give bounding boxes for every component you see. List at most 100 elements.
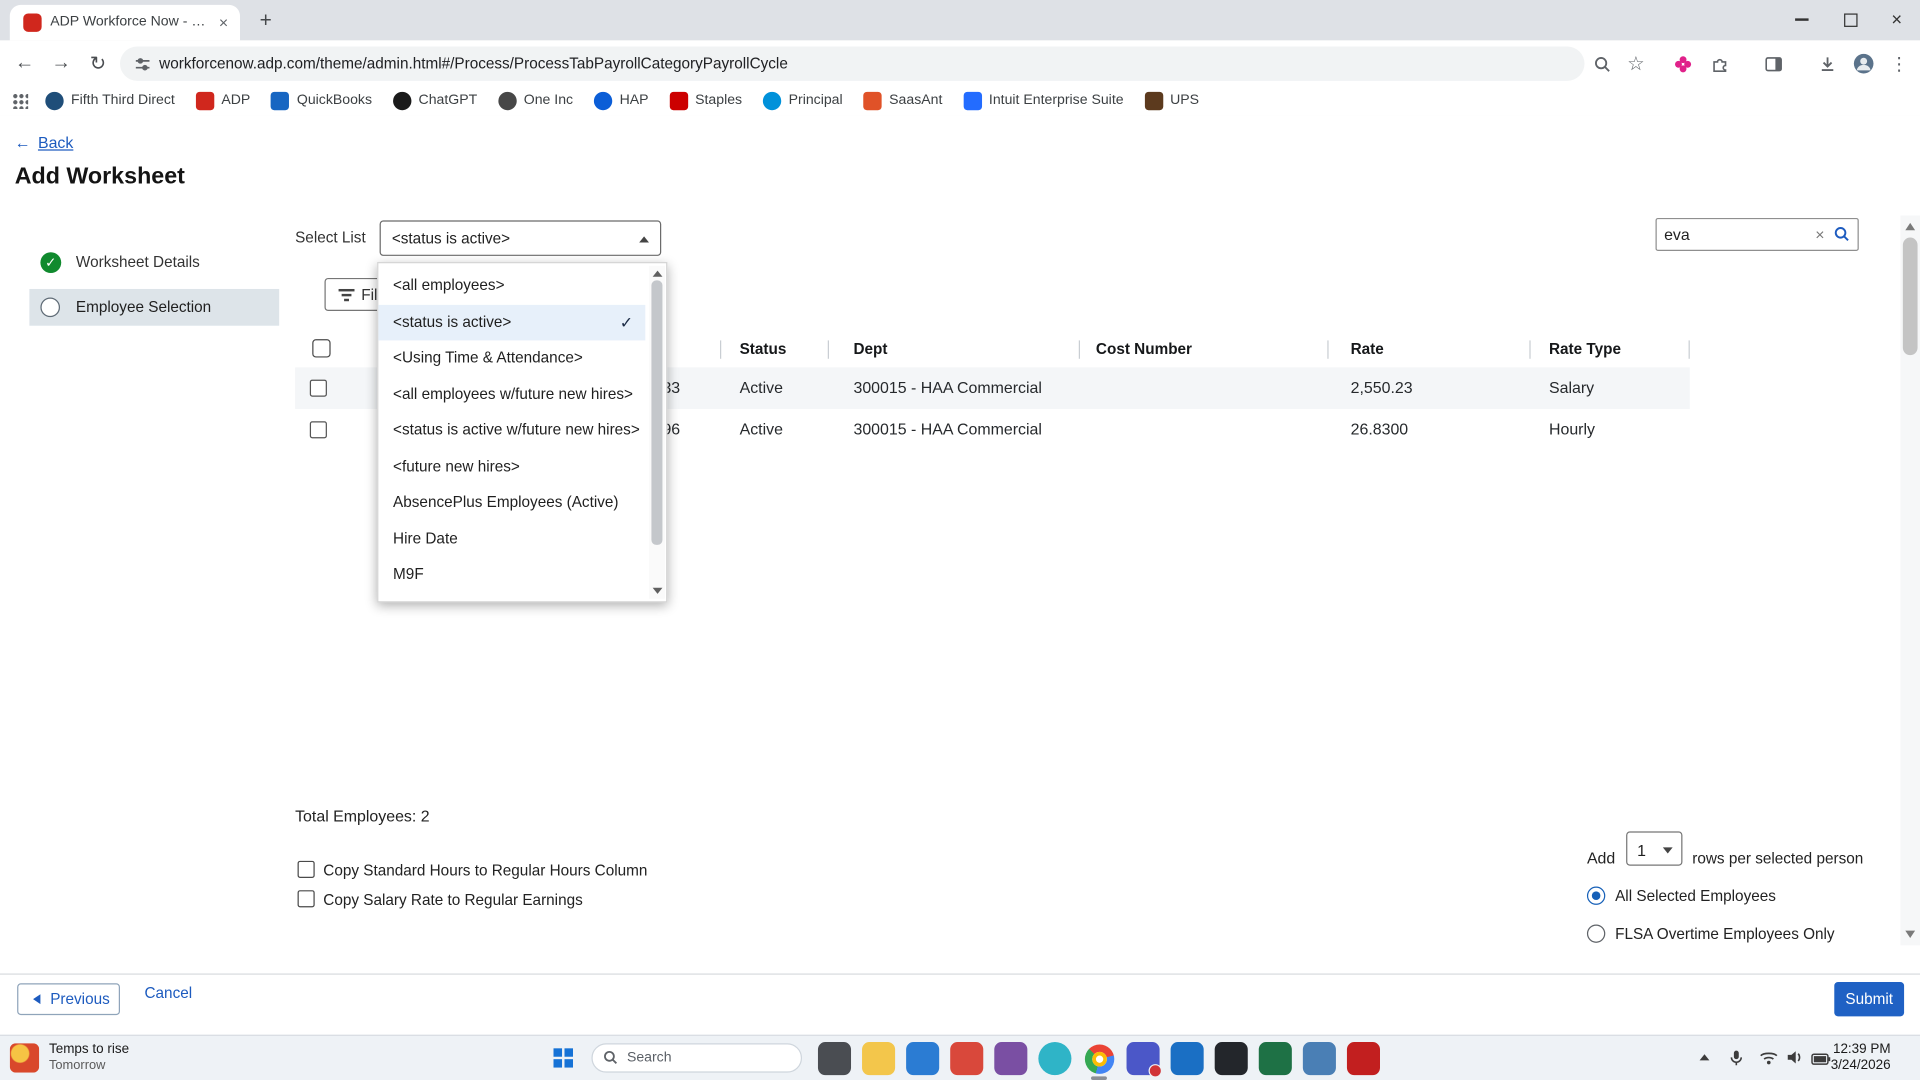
- select-all-checkbox[interactable]: [312, 339, 331, 358]
- bookmark-item[interactable]: UPS: [1144, 91, 1199, 110]
- tray-chevron-up-icon[interactable]: [1699, 1054, 1710, 1061]
- start-button[interactable]: [553, 1048, 574, 1068]
- profile-avatar[interactable]: [1851, 51, 1875, 75]
- extensions-puzzle-icon[interactable]: [1707, 51, 1731, 75]
- row-checkbox[interactable]: [309, 379, 327, 397]
- employee-search-input[interactable]: [1664, 222, 1799, 247]
- bookmark-item[interactable]: Principal: [762, 91, 843, 110]
- row-checkbox[interactable]: [309, 421, 327, 439]
- bookmark-item[interactable]: HAP: [593, 91, 649, 110]
- search-clear-icon[interactable]: ×: [1815, 225, 1824, 243]
- volume-icon[interactable]: [1787, 1049, 1804, 1071]
- taskbar-app-excel[interactable]: [1258, 1042, 1292, 1076]
- address-bar[interactable]: workforcenow.adp.com/theme/admin.html#/P…: [120, 46, 1585, 81]
- cancel-link[interactable]: Cancel: [144, 984, 192, 1001]
- taskbar-app-teams[interactable]: [1126, 1042, 1163, 1078]
- previous-button[interactable]: Previous: [17, 983, 121, 1016]
- bookmark-item[interactable]: ChatGPT: [392, 91, 477, 110]
- menu-item[interactable]: <future new hires>: [378, 449, 645, 485]
- select-list-combobox[interactable]: <status is active>: [379, 220, 662, 256]
- apps-grid-icon[interactable]: [12, 92, 29, 109]
- step-item-employee-selection[interactable]: Employee Selection: [29, 288, 280, 326]
- scroll-thumb[interactable]: [1902, 237, 1918, 356]
- copy-standard-hours-checkbox[interactable]: [297, 860, 315, 878]
- taskbar-app-q-app[interactable]: [1214, 1042, 1248, 1076]
- weather-subtext: Tomorrow: [48, 1057, 106, 1073]
- page-scrollbar[interactable]: [1900, 215, 1920, 946]
- menu-item[interactable]: AbsencePlus Employees (Active): [378, 485, 645, 521]
- bookmark-item[interactable]: ADP: [195, 91, 250, 110]
- taskbar-app-outlook[interactable]: [1170, 1042, 1204, 1076]
- adp-extension-icon[interactable]: [1670, 51, 1694, 75]
- scroll-down-icon[interactable]: [652, 587, 662, 594]
- bookmark-label: Fifth Third Direct: [71, 93, 175, 108]
- bookmark-item[interactable]: SaasAnt: [863, 91, 943, 110]
- microphone-icon[interactable]: [1729, 1049, 1744, 1072]
- bookmark-item[interactable]: One Inc: [498, 91, 573, 110]
- new-tab-button[interactable]: +: [253, 9, 277, 33]
- taskbar-app-chrome[interactable]: [1082, 1042, 1115, 1080]
- taskbar-app-calculator[interactable]: [1302, 1042, 1336, 1076]
- taskbar-search[interactable]: Search: [591, 1043, 803, 1073]
- search-lens-icon[interactable]: [1589, 51, 1613, 75]
- taskbar-app-task-view[interactable]: [817, 1042, 852, 1076]
- browser-toolbar: ← → ↻ workforcenow.adp.com/theme/admin.h…: [0, 40, 1920, 86]
- column-header-rate[interactable]: Rate: [1351, 331, 1384, 368]
- rows-count-combobox[interactable]: 1: [1626, 831, 1683, 866]
- tab-close-icon[interactable]: ×: [214, 13, 232, 31]
- bookmark-favicon-icon: [863, 91, 882, 110]
- side-panel-icon[interactable]: [1761, 51, 1785, 75]
- menu-item[interactable]: M9F: [378, 557, 645, 593]
- taskbar-app-file-explorer[interactable]: [862, 1042, 896, 1076]
- column-header-cost-number[interactable]: Cost Number: [1096, 331, 1192, 368]
- menu-item[interactable]: <status is active w/future new hires>: [378, 413, 645, 449]
- weather-widget[interactable]: Temps to rise Tomorrow: [9, 1042, 129, 1073]
- bookmark-label: SaasAnt: [889, 93, 943, 108]
- bookmark-star-icon[interactable]: ☆: [1624, 51, 1648, 75]
- clock-date: 3/24/2026: [1830, 1057, 1891, 1073]
- window-minimize-button[interactable]: [1778, 0, 1825, 39]
- scroll-up-icon[interactable]: [652, 270, 662, 277]
- bookmark-item[interactable]: QuickBooks: [271, 91, 372, 110]
- bookmark-item[interactable]: Staples: [669, 91, 742, 110]
- browser-tab[interactable]: ADP Workforce Now - Manage ×: [9, 4, 241, 41]
- browser-back-button[interactable]: ←: [7, 40, 41, 85]
- taskbar-app-purple-app[interactable]: [994, 1042, 1028, 1076]
- column-header-status[interactable]: Status: [740, 331, 787, 368]
- step-item-worksheet-details[interactable]: Worksheet Details: [40, 251, 200, 273]
- column-header-rate-type[interactable]: Rate Type: [1549, 331, 1621, 368]
- battery-icon[interactable]: [1811, 1049, 1831, 1071]
- scroll-down-icon[interactable]: [1905, 930, 1916, 938]
- menu-item[interactable]: Hire Date: [378, 521, 645, 557]
- taskbar-app-red-app[interactable]: [950, 1042, 984, 1076]
- browser-menu-kebab-icon[interactable]: ⋮: [1887, 51, 1911, 75]
- submit-button[interactable]: Submit: [1834, 982, 1905, 1017]
- bookmark-item[interactable]: Fifth Third Direct: [45, 91, 175, 110]
- site-settings-icon[interactable]: [135, 56, 151, 78]
- window-close-button[interactable]: ×: [1873, 0, 1920, 39]
- bookmark-item[interactable]: Intuit Enterprise Suite: [963, 91, 1124, 110]
- menu-item[interactable]: <all employees w/future new hires>: [378, 377, 645, 413]
- taskbar-app-acrobat[interactable]: [1346, 1042, 1381, 1076]
- taskbar-clock[interactable]: 12:39 PM 3/24/2026: [1831, 1042, 1891, 1074]
- column-header-dept[interactable]: Dept: [853, 331, 887, 368]
- menu-scrollbar[interactable]: [648, 265, 665, 599]
- window-maximize-button[interactable]: [1827, 0, 1874, 39]
- radio-all-selected-employees[interactable]: [1586, 886, 1606, 905]
- browser-forward-button[interactable]: →: [44, 40, 78, 85]
- scroll-up-icon[interactable]: [1905, 222, 1916, 231]
- taskbar-app-edge[interactable]: [1038, 1042, 1072, 1076]
- menu-item[interactable]: <Using Time & Attendance>: [378, 340, 645, 376]
- menu-item-selected[interactable]: <status is active>: [378, 304, 646, 341]
- scroll-thumb[interactable]: [651, 280, 663, 545]
- search-icon[interactable]: [1833, 225, 1850, 248]
- browser-reload-button[interactable]: ↻: [81, 40, 115, 85]
- menu-item[interactable]: <all employees>: [378, 268, 645, 304]
- copy-salary-rate-checkbox[interactable]: [297, 890, 315, 908]
- taskbar-app-blue-app[interactable]: [906, 1042, 940, 1076]
- radio-flsa-overtime-only[interactable]: [1586, 924, 1606, 943]
- wifi-icon[interactable]: [1760, 1049, 1778, 1071]
- download-icon[interactable]: [1815, 51, 1839, 75]
- cell-dept: 300015 - HAA Commercial: [853, 420, 1042, 439]
- back-link[interactable]: ← Back: [15, 133, 74, 151]
